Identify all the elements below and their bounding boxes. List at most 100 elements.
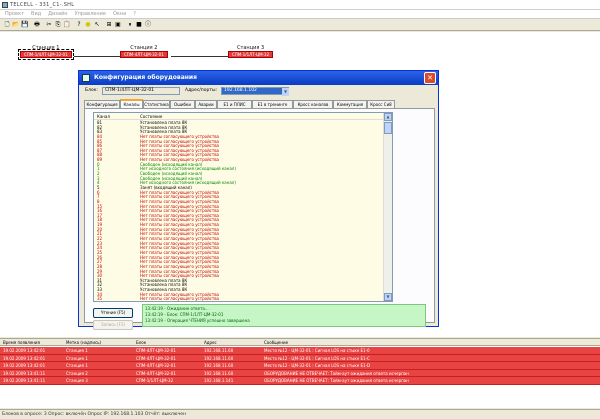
event-block: СПМ-4ЛТ-ЦМ-32-01: [136, 355, 176, 361]
col-address[interactable]: Адрес: [204, 340, 217, 345]
event-mark: Станция 2: [66, 370, 88, 376]
arrow-icon[interactable]: ↖: [93, 21, 101, 29]
col-block[interactable]: Блок: [136, 340, 146, 345]
block-label: Блок:: [85, 88, 98, 93]
stop-icon[interactable]: ■: [135, 21, 143, 29]
event-addr: 192.168.11.60: [204, 363, 234, 369]
write-button[interactable]: Запись (F3): [93, 320, 133, 330]
channels-panel: Канал Состояние 81 Установлена плата 8К 82…: [84, 108, 435, 330]
address-select[interactable]: 192.168.1.102: [221, 87, 289, 95]
tab-configuration[interactable]: Конфигурация: [84, 100, 120, 108]
tab-e1-training[interactable]: E1 в тренинге: [252, 100, 293, 108]
station-link-1-2: [74, 56, 122, 57]
block-address-row: Блок: СПМ-1/4ЛТ-ЦМ-32-01 Адрес/порты: 19…: [79, 87, 438, 97]
close-icon[interactable]: ✕: [424, 72, 436, 84]
pause-icon[interactable]: ⏸: [126, 21, 134, 29]
title-bar: TELCELL - 331_C1-.SHL: [0, 0, 600, 10]
channel-list[interactable]: Канал Состояние 81 Установлена плата 8К 82…: [93, 112, 393, 302]
tab-switching[interactable]: Коммутация: [333, 100, 367, 108]
events-table: Время появления Метка (надпись) Блок Адр…: [0, 338, 600, 408]
open-icon[interactable]: 📂: [12, 21, 20, 29]
channel-number: 35: [97, 296, 103, 302]
table-row[interactable]: 19.02.2009 13:41:11 Станция 2 СПМ-4ЛТ-ЦМ-3…: [0, 369, 600, 378]
event-time: 19.02.2009 13:41:11: [3, 370, 46, 376]
status-text: Блоков в опросе: 3 Опрос: включён Опрос …: [2, 412, 186, 417]
station-2[interactable]: Станция 2 СПМ-4ЛТ-ЦМ-32-01: [120, 45, 168, 58]
station-link-2-3: [171, 56, 230, 57]
event-time: 19.02.2009 13:42:01: [3, 363, 46, 369]
tab-e1-plis[interactable]: E1 и ПЛИС: [217, 100, 252, 108]
event-block: СПМ-4ЛТ-ЦМ-32-01: [136, 348, 176, 353]
menu-windows[interactable]: Окна: [111, 11, 128, 17]
tab-statistics[interactable]: Статистика: [143, 100, 170, 108]
event-addr: 192.168.11.60: [204, 355, 234, 361]
table-row[interactable]: 19.02.2009 13:41:11 Станция 3 СПМ-1/1ЛТ-ЦМ…: [0, 377, 600, 385]
event-mark: Станция 1: [66, 355, 88, 361]
event-msg: Место №12 - ЦМ-32-01 : Сигнал LOS на сты…: [264, 348, 370, 353]
toolbar: 🗋 📂 💾 🖶 ✂ ⎘ 📋 ? ● ↖ ⊞ ▣ ⏸ ■ ⓘ: [0, 19, 600, 31]
table-row[interactable]: 19.02.2009 13:42:01 Станция 1 СПМ-4ЛТ-ЦМ-3…: [0, 354, 600, 363]
tab-channel-cross[interactable]: Кросс каналов: [293, 100, 333, 108]
menu-design[interactable]: Дизайн: [46, 11, 69, 17]
table-row[interactable]: 35 Нет платы согласующего устройства: [94, 296, 384, 302]
col-time[interactable]: Время появления: [3, 340, 40, 345]
menu-project[interactable]: Проект: [3, 11, 26, 17]
tab-cross-si8[interactable]: Кросс Си8: [367, 100, 395, 108]
event-time: 19.02.2009 13:42:01: [3, 348, 46, 353]
address-value: 192.168.1.102: [224, 88, 257, 93]
event-block: СПМ-4ЛТ-ЦМ-32-01: [136, 370, 176, 376]
print-icon[interactable]: 🖶: [33, 21, 41, 29]
station-1[interactable]: Станция 1 СПМ-1/4ЛТ-ЦМ-32-01: [18, 45, 74, 60]
event-msg: ОБОРУДОВАНИЕ НЕ ОТВЕЧАЕТ: Тайм-аут ожида…: [264, 370, 409, 376]
menu-control[interactable]: Управление: [73, 11, 108, 17]
monitor-icon[interactable]: ▣: [114, 21, 122, 29]
menu-view[interactable]: Вид: [29, 11, 43, 17]
station-block: СПМ-1/1ЛТ-ЦМ-32: [228, 51, 274, 58]
event-msg: Место №12 - ЦМ-32-01 : Сигнал LOS на сты…: [264, 363, 371, 369]
status-bar: Блоков в опросе: 3 Опрос: включён Опрос …: [0, 409, 600, 419]
event-addr: 192.168.1.141: [204, 378, 234, 384]
station-block: СПМ-1/4ЛТ-ЦМ-32-01: [18, 49, 74, 60]
chevron-down-icon[interactable]: ▼: [282, 88, 289, 96]
window-title: TELCELL - 331_C1-.SHL: [10, 2, 75, 8]
network-icon[interactable]: ⊞: [105, 21, 113, 29]
event-time: 19.02.2009 13:41:11: [3, 378, 46, 384]
dialog-caption: Конфигурация оборудования ✕: [79, 71, 438, 85]
tab-errors[interactable]: Ошибки: [170, 100, 195, 108]
event-block: СПМ-1/1ЛТ-ЦМ-32: [136, 378, 174, 384]
tab-alarms[interactable]: Аварии: [195, 100, 217, 108]
app-icon: [2, 2, 8, 8]
operation-log: 13:42:19 - Ожидание ответа... 13:42:19 -…: [142, 304, 426, 327]
table-row[interactable]: 19.02.2009 13:42:01 Станция 1 СПМ-4ЛТ-ЦМ-3…: [0, 347, 600, 355]
help-icon[interactable]: ?: [75, 21, 83, 29]
event-mark: Станция 1: [66, 348, 88, 353]
col-message[interactable]: Сообщение: [264, 340, 288, 345]
new-icon[interactable]: 🗋: [3, 21, 11, 29]
info-icon[interactable]: ⓘ: [144, 21, 152, 29]
bulb-icon[interactable]: ●: [84, 21, 92, 29]
col-state[interactable]: Состояние: [140, 114, 162, 119]
station-3[interactable]: Станция 3 СПМ-1/1ЛТ-ЦМ-32: [228, 45, 274, 58]
block-field[interactable]: СПМ-1/4ЛТ-ЦМ-32-01: [102, 87, 180, 95]
scroll-thumb[interactable]: [384, 122, 392, 134]
menu-bar: Проект Вид Дизайн Управление Окна ?: [0, 10, 600, 19]
event-addr: 192.168.11.60: [204, 348, 234, 353]
event-time: 19.02.2009 13:42:01: [3, 355, 46, 361]
menu-help[interactable]: ?: [131, 11, 138, 17]
channel-rows: 81 Установлена плата 8К 82 Установлена плат…: [94, 120, 384, 302]
list-scrollbar[interactable]: ▲ ▼: [383, 113, 392, 301]
save-icon[interactable]: 💾: [21, 21, 29, 29]
col-channel[interactable]: Канал: [97, 114, 110, 119]
copy-icon[interactable]: ⎘: [54, 21, 62, 29]
cut-icon[interactable]: ✂: [45, 21, 53, 29]
scroll-down-icon[interactable]: ▼: [384, 293, 392, 301]
col-mark[interactable]: Метка (надпись): [66, 340, 101, 345]
read-button[interactable]: Чтение (F5): [93, 308, 133, 318]
dialog-title: Конфигурация оборудования: [94, 74, 197, 81]
event-msg: ОБОРУДОВАНИЕ НЕ ОТВЕЧАЕТ: Тайм-аут ожида…: [264, 378, 409, 384]
table-row[interactable]: 19.02.2009 13:42:01 Станция 1 СПМ-4ЛТ-ЦМ-3…: [0, 362, 600, 370]
event-msg: Место №12 - ЦМ-32-01 : Сигнал LOS на сты…: [264, 355, 370, 361]
paste-icon[interactable]: 📋: [63, 21, 71, 29]
log-line: 13:42:19 - Операция ЧТЕНИЯ успешно завер…: [145, 318, 250, 323]
scroll-up-icon[interactable]: ▲: [384, 113, 392, 121]
